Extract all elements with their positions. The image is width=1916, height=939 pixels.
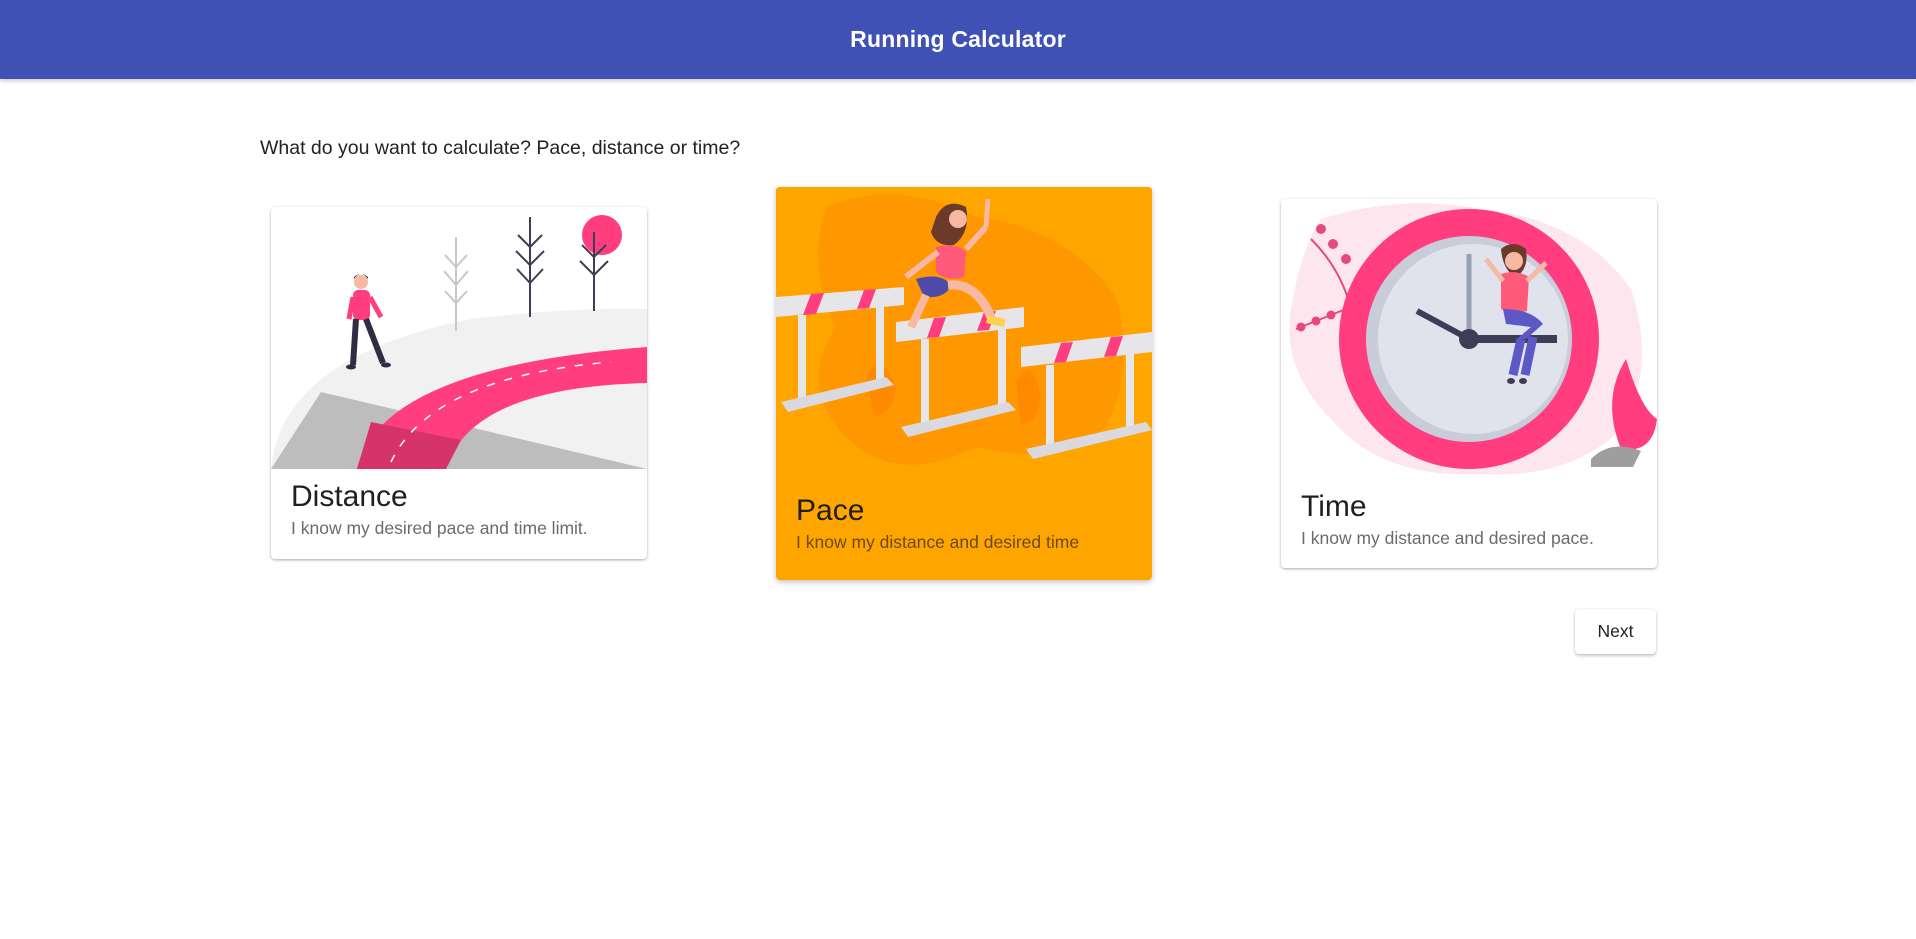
woman-on-clock-illustration <box>1281 199 1657 479</box>
time-option-card[interactable]: Time I know my distance and desired pace… <box>1281 199 1657 568</box>
time-card-description: I know my distance and desired pace. <box>1301 528 1594 548</box>
pace-card-title: Pace <box>796 494 865 527</box>
app-bar: Running Calculator <box>0 0 1916 79</box>
calculation-question: What do you want to calculate? Pace, dis… <box>260 137 741 159</box>
runner-hurdles-illustration <box>776 187 1152 483</box>
distance-option-card[interactable]: Distance I know my desired pace and time… <box>271 207 647 559</box>
app-title: Running Calculator <box>850 26 1066 52</box>
pace-card-description: I know my distance and desired time <box>796 532 1080 552</box>
pace-option-card[interactable]: Pace I know my distance and desired time <box>776 187 1152 580</box>
walking-person-road-illustration <box>271 207 647 469</box>
distance-card-title: Distance <box>291 480 408 513</box>
distance-card-description: I know my desired pace and time limit. <box>291 518 588 538</box>
next-button[interactable]: Next <box>1575 609 1656 654</box>
time-card-title: Time <box>1301 490 1367 523</box>
